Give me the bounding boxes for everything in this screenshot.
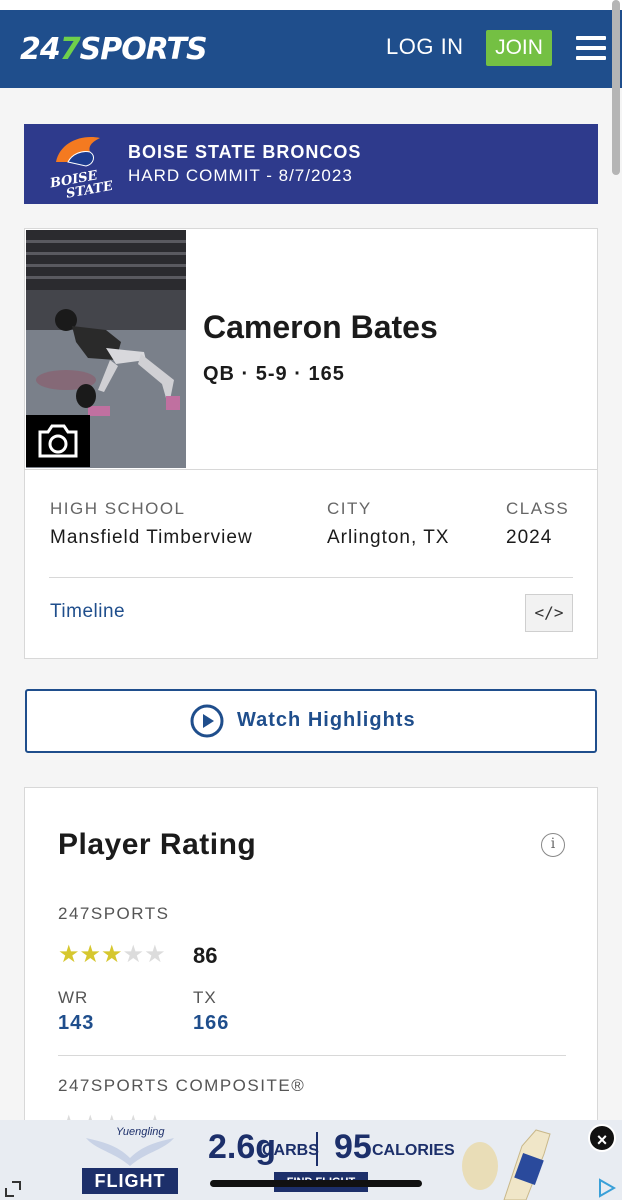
star-icon: ★ <box>79 941 102 968</box>
high-school-label: HIGH SCHOOL <box>50 499 186 518</box>
info-icon[interactable]: i <box>541 833 565 857</box>
ad-close-button[interactable]: × <box>588 1124 616 1152</box>
class-value: 2024 <box>506 527 553 548</box>
login-link[interactable]: LOG IN <box>386 34 464 60</box>
rating-score: 86 <box>193 943 218 968</box>
ad-calories-label: CALORIES <box>372 1142 455 1159</box>
watch-highlights-button[interactable]: Watch Highlights <box>25 689 597 753</box>
scrollbar[interactable] <box>612 0 620 175</box>
player-rating-title: Player Rating <box>58 828 257 861</box>
composite-label: 247SPORTS COMPOSITE® <box>58 1076 306 1095</box>
menu-icon[interactable] <box>576 36 606 60</box>
city-value: Arlington, TX <box>327 527 450 548</box>
logo-text-seven: 7 <box>59 32 81 67</box>
star-icon: ★ <box>58 941 80 968</box>
watch-highlights-label: Watch Highlights <box>237 709 416 731</box>
commit-team-name: BOISE STATE BRONCOS <box>128 142 362 162</box>
player-position-line: QB · 5-9 · 165 <box>203 363 345 385</box>
logo-text-post: SPORTS <box>79 32 208 67</box>
divider <box>49 577 573 578</box>
star-empty-icon: ★ <box>122 941 145 968</box>
position-rank-value[interactable]: 143 <box>58 1012 94 1035</box>
divider <box>58 1055 566 1056</box>
camera-icon[interactable] <box>26 415 90 467</box>
embed-code-button[interactable]: </> <box>525 594 573 632</box>
commit-status: HARD COMMIT - 8/7/2023 <box>128 166 353 185</box>
state-rank-label: TX <box>193 988 217 1007</box>
ad-calories-value: 95 <box>334 1128 372 1166</box>
divider <box>25 469 597 470</box>
timeline-link[interactable]: Timeline <box>50 601 125 623</box>
home-indicator <box>210 1180 422 1187</box>
player-card: Cameron Bates QB · 5-9 · 165 HIGH SCHOOL… <box>24 228 598 659</box>
class-label: CLASS <box>506 499 570 518</box>
city-label: CITY <box>327 499 372 518</box>
player-name: Cameron Bates <box>203 309 438 345</box>
logo-text-pre: 24 <box>20 32 61 67</box>
star-icon: ★ <box>101 941 123 968</box>
site-logo[interactable]: 247SPORTS <box>20 32 208 67</box>
ad-brand: Yuengling <box>116 1126 165 1138</box>
ad-separator <box>316 1132 318 1166</box>
expand-icon[interactable] <box>4 1180 22 1198</box>
commit-banner[interactable]: BOISE STATE BOISE STATE BRONCOS HARD COM… <box>24 124 598 204</box>
play-icon <box>190 704 224 738</box>
position-rank-label: WR <box>58 988 89 1007</box>
bottle-image <box>460 1126 570 1200</box>
adchoices-icon[interactable] <box>596 1178 616 1198</box>
team-logo-icon: BOISE STATE <box>48 137 115 198</box>
ad-banner[interactable]: Yuengling FLIGHT 2.6g CARBS 95 CALORIES … <box>0 1120 622 1200</box>
site-header: 247SPORTS LOG IN JOIN <box>0 10 622 88</box>
status-strip <box>0 0 622 10</box>
high-school-value[interactable]: Mansfield Timberview <box>50 527 253 549</box>
ad-product: FLIGHT <box>82 1168 178 1194</box>
rating-source-label: 247SPORTS <box>58 904 170 923</box>
join-button[interactable]: JOIN <box>486 30 552 66</box>
state-rank-value[interactable]: 166 <box>193 1012 229 1035</box>
ad-carbs-label: CARBS <box>262 1142 319 1159</box>
star-rating: ★★★★★ <box>58 940 166 969</box>
star-empty-icon: ★ <box>144 941 166 968</box>
